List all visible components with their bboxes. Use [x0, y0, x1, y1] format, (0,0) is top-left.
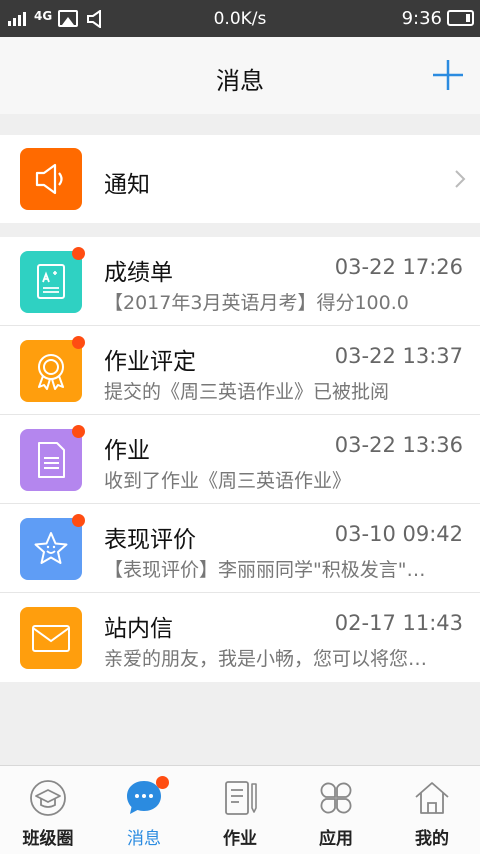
message-time: 03-22 13:37	[334, 344, 463, 368]
tab-profile[interactable]: 我的	[384, 766, 480, 854]
status-bar: 4G 0.0K/s 9:36	[0, 0, 480, 37]
report-card-icon-box	[20, 251, 82, 313]
graduation-cap-icon	[30, 780, 66, 816]
message-preview: 收到了作业《周三英语作业》	[104, 470, 352, 492]
message-title: 成绩单	[104, 260, 173, 286]
bottom-tab-bar: 班级圈 消息 作业 应用 我的	[0, 765, 480, 854]
message-title: 作业评定	[104, 349, 196, 375]
page-title: 消息	[216, 67, 264, 95]
unread-badge	[72, 336, 85, 349]
unread-badge	[72, 247, 85, 260]
tab-messages[interactable]: 消息	[96, 766, 192, 854]
tab-badge	[156, 776, 169, 789]
tab-apps[interactable]: 应用	[288, 766, 384, 854]
chevron-right-icon	[455, 170, 466, 188]
message-preview: 亲爱的朋友，我是小畅，您可以将您…	[104, 648, 428, 670]
notebook-pen-icon	[225, 781, 257, 815]
message-title: 站内信	[104, 616, 173, 642]
tab-homework[interactable]: 作业	[192, 766, 288, 854]
message-preview: 【2017年3月英语月考】得分100.0	[104, 292, 409, 314]
tab-label: 消息	[127, 829, 161, 849]
mail-icon	[32, 625, 70, 652]
message-title: 作业	[104, 438, 150, 464]
apps-grid-icon	[320, 782, 352, 814]
award-icon-box	[20, 340, 82, 402]
message-time: 03-10 09:42	[334, 522, 463, 546]
notice-icon-box	[20, 148, 82, 210]
message-title: 表现评价	[104, 527, 196, 553]
clock: 9:36	[401, 8, 442, 29]
message-item-performance[interactable]: 表现评价 03-10 09:42 【表现评价】李丽丽同学"积极发言"…	[0, 504, 480, 593]
notice-label: 通知	[104, 172, 150, 198]
award-icon	[38, 354, 64, 390]
message-preview: 提交的《周三英语作业》已被批阅	[104, 381, 390, 403]
tab-label: 我的	[415, 829, 449, 849]
tab-label: 班级圈	[22, 829, 74, 849]
tab-class-circle[interactable]: 班级圈	[0, 766, 96, 854]
document-icon-box	[20, 429, 82, 491]
star-icon-box	[20, 518, 82, 580]
speaker-icon	[35, 163, 63, 195]
message-item-report-card[interactable]: 成绩单 03-22 17:26 【2017年3月英语月考】得分100.0	[0, 237, 480, 326]
header: 消息	[0, 37, 480, 114]
message-time: 03-22 17:26	[334, 255, 463, 279]
message-preview: 【表现评价】李丽丽同学"积极发言"…	[104, 559, 426, 581]
message-item-inbox[interactable]: 站内信 02-17 11:43 亲爱的朋友，我是小畅，您可以将您…	[0, 593, 480, 682]
home-icon	[415, 782, 449, 814]
document-icon	[38, 442, 65, 478]
star-icon	[34, 532, 68, 564]
unread-badge	[72, 514, 85, 527]
message-time: 02-17 11:43	[334, 611, 463, 635]
battery-icon	[447, 10, 474, 26]
message-item-homework-review[interactable]: 作业评定 03-22 13:37 提交的《周三英语作业》已被批阅	[0, 326, 480, 415]
message-list: 成绩单 03-22 17:26 【2017年3月英语月考】得分100.0 作业评…	[0, 237, 480, 682]
plus-icon[interactable]	[432, 59, 464, 91]
unread-badge	[72, 425, 85, 438]
report-card-icon	[37, 264, 65, 299]
message-time: 03-22 13:36	[334, 433, 463, 457]
tab-label: 应用	[319, 829, 353, 849]
mail-icon-box	[20, 607, 82, 669]
notice-row[interactable]: 通知	[0, 135, 480, 223]
message-item-homework[interactable]: 作业 03-22 13:36 收到了作业《周三英语作业》	[0, 415, 480, 504]
tab-label: 作业	[223, 829, 257, 849]
